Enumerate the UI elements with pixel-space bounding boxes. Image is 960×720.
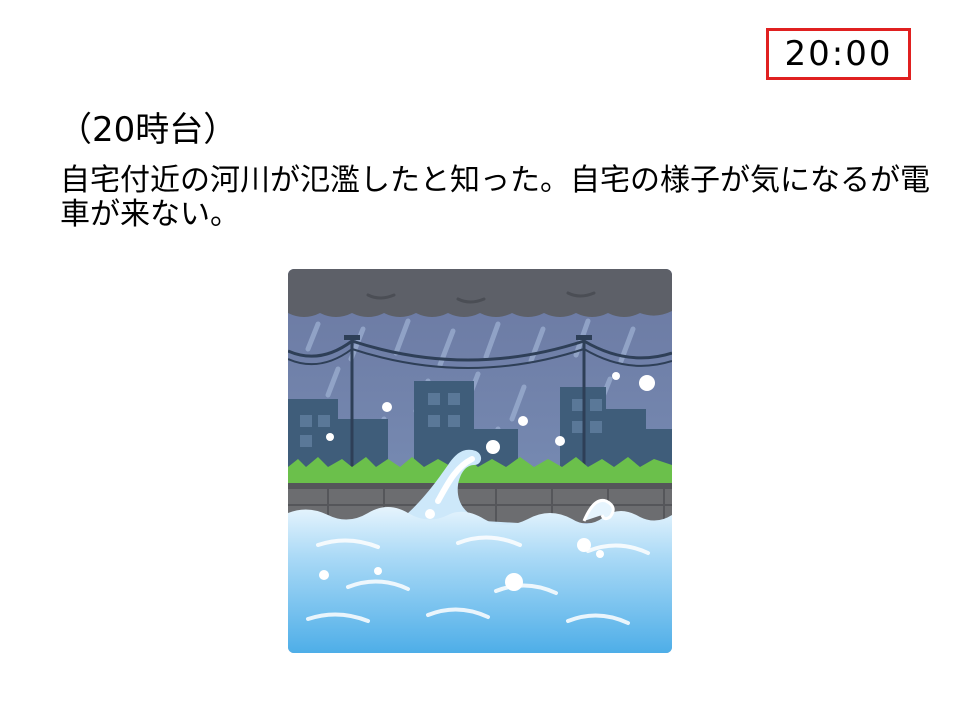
time-label: 20:00 <box>766 28 911 80</box>
flood-water <box>288 507 672 653</box>
storm-clouds <box>288 269 672 317</box>
flood-illustration <box>288 269 672 653</box>
slide-heading: （20時台） <box>58 110 238 150</box>
slide-body-text: 自宅付近の河川が氾濫したと知った。自宅の様子が気になるが電車が来ない。 <box>60 163 930 232</box>
